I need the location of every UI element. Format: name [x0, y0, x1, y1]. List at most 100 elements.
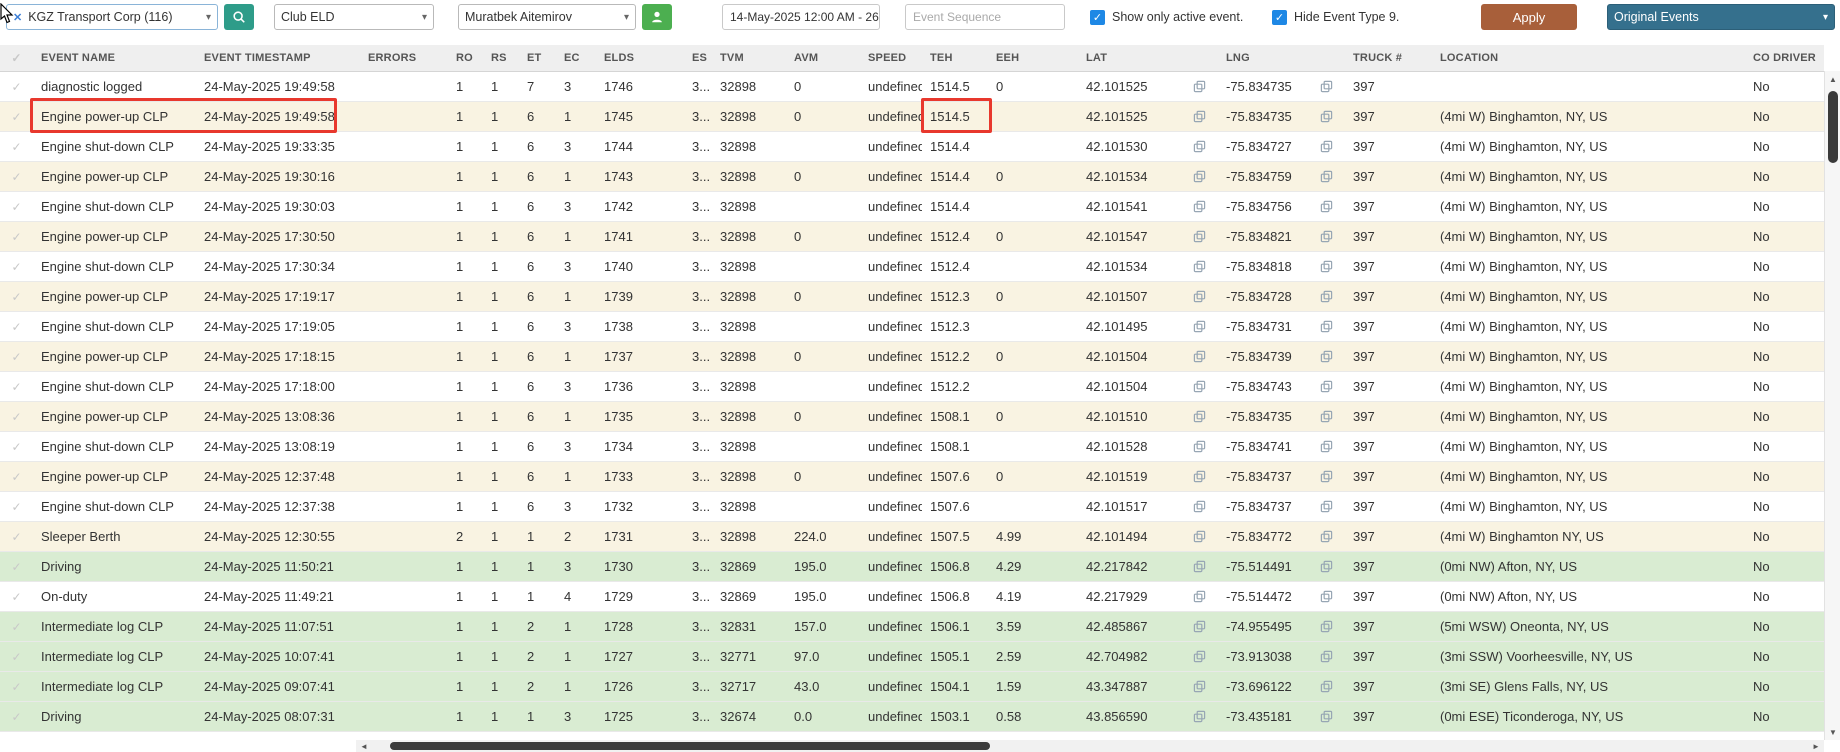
- column-header-lng[interactable]: LNG: [1218, 45, 1345, 72]
- copy-icon[interactable]: [1193, 500, 1206, 513]
- select-all-header[interactable]: ✓: [0, 45, 33, 72]
- column-header-lat[interactable]: LAT: [1078, 45, 1218, 72]
- column-header-elds[interactable]: ELDS: [596, 45, 684, 72]
- column-header-et[interactable]: ET: [519, 45, 556, 72]
- copy-icon[interactable]: [1193, 620, 1206, 633]
- copy-icon[interactable]: [1320, 260, 1333, 273]
- column-header-avm[interactable]: AVM: [786, 45, 860, 72]
- eld-select[interactable]: Club ELD ▾: [274, 4, 434, 30]
- checkbox-checked-icon[interactable]: ✓: [1090, 9, 1105, 25]
- table-row[interactable]: ✓ Engine power-up CLP 24-May-2025 19:49:58…: [0, 101, 1824, 132]
- scroll-right-icon[interactable]: ►: [1808, 740, 1824, 752]
- hide-type9-checkbox[interactable]: ✓ Hide Event Type 9.: [1272, 4, 1399, 30]
- copy-icon[interactable]: [1320, 500, 1333, 513]
- column-header-speed[interactable]: SPEED: [860, 45, 922, 72]
- check-icon[interactable]: ✓: [11, 500, 21, 514]
- table-row[interactable]: ✓ Engine power-up CLP 24-May-2025 13:08:36…: [0, 401, 1824, 432]
- scroll-down-icon[interactable]: ▼: [1825, 724, 1840, 740]
- copy-icon[interactable]: [1193, 200, 1206, 213]
- vertical-scrollbar-thumb[interactable]: [1828, 91, 1838, 163]
- vertical-scrollbar[interactable]: ▲ ▼: [1824, 71, 1840, 740]
- check-icon[interactable]: ✓: [11, 350, 21, 364]
- check-icon[interactable]: ✓: [11, 590, 21, 604]
- copy-icon[interactable]: [1320, 320, 1333, 333]
- copy-icon[interactable]: [1193, 80, 1206, 93]
- column-header-eeh[interactable]: EEH: [988, 45, 1078, 72]
- column-header-truck[interactable]: TRUCK #: [1345, 45, 1432, 72]
- check-icon[interactable]: ✓: [11, 680, 21, 694]
- table-row[interactable]: ✓ Intermediate log CLP 24-May-2025 09:07:4…: [0, 671, 1824, 702]
- copy-icon[interactable]: [1320, 410, 1333, 423]
- table-row[interactable]: ✓ Engine shut-down CLP 24-May-2025 17:30:3…: [0, 251, 1824, 282]
- copy-icon[interactable]: [1320, 440, 1333, 453]
- copy-icon[interactable]: [1193, 440, 1206, 453]
- column-header-rs[interactable]: RS: [483, 45, 519, 72]
- horizontal-scrollbar-thumb[interactable]: [390, 742, 990, 750]
- table-row[interactable]: ✓ Engine shut-down CLP 24-May-2025 13:08:1…: [0, 431, 1824, 462]
- check-icon[interactable]: ✓: [11, 230, 21, 244]
- check-icon[interactable]: ✓: [11, 740, 21, 741]
- copy-icon[interactable]: [1320, 710, 1333, 723]
- check-icon[interactable]: ✓: [11, 410, 21, 424]
- column-header-ec[interactable]: EC: [556, 45, 596, 72]
- copy-icon[interactable]: [1320, 470, 1333, 483]
- column-header-location[interactable]: LOCATION: [1432, 45, 1745, 72]
- table-row[interactable]: ✓ Sleeper Berth 24-May-2025 12:30:55 2 1 1 2 17…: [0, 521, 1824, 552]
- copy-icon[interactable]: [1193, 110, 1206, 123]
- check-icon[interactable]: ✓: [11, 140, 21, 154]
- copy-icon[interactable]: [1320, 140, 1333, 153]
- check-icon[interactable]: ✓: [11, 200, 21, 214]
- table-row[interactable]: ✓ Engine power-up CLP 24-May-2025 12:37:48…: [0, 461, 1824, 492]
- company-select[interactable]: ✕ KGZ Transport Corp (116) ▾: [6, 4, 218, 30]
- check-icon[interactable]: ✓: [11, 290, 21, 304]
- horizontal-scrollbar[interactable]: ◄ ►: [356, 740, 1824, 752]
- copy-icon[interactable]: [1320, 290, 1333, 303]
- copy-icon[interactable]: [1193, 710, 1206, 723]
- copy-icon[interactable]: [1193, 650, 1206, 663]
- copy-icon[interactable]: [1320, 680, 1333, 693]
- check-icon[interactable]: ✓: [11, 650, 21, 664]
- copy-icon[interactable]: [1193, 380, 1206, 393]
- check-icon[interactable]: ✓: [11, 260, 21, 274]
- driver-profile-button[interactable]: [642, 4, 672, 30]
- copy-icon[interactable]: [1193, 560, 1206, 573]
- checkbox-checked-icon[interactable]: ✓: [1272, 9, 1287, 25]
- table-row[interactable]: ✓ Engine power-up CLP 24-May-2025 17:19:17…: [0, 281, 1824, 312]
- table-row[interactable]: ✓ Engine shut-down CLP 24-May-2025 12:37:3…: [0, 491, 1824, 522]
- clear-company-icon[interactable]: ✕: [13, 11, 22, 24]
- copy-icon[interactable]: [1193, 140, 1206, 153]
- column-header-co-driver[interactable]: CO DRIVER: [1745, 45, 1824, 72]
- copy-icon[interactable]: [1193, 350, 1206, 363]
- copy-icon[interactable]: [1193, 230, 1206, 243]
- column-header-event-timestamp[interactable]: EVENT TIMESTAMP: [196, 45, 360, 72]
- table-row[interactable]: ✓ diagnostic logged 24-May-2025 19:49:58 1 1…: [0, 71, 1824, 102]
- column-header-teh[interactable]: TEH: [922, 45, 988, 72]
- table-row[interactable]: ✓ On-duty 24-May-2025 11:49:21 1 1 1 4 1729 3...…: [0, 581, 1824, 612]
- check-icon[interactable]: ✓: [11, 620, 21, 634]
- event-sequence-input[interactable]: Event Sequence: [905, 4, 1065, 30]
- table-row[interactable]: ✓ Engine power-up CLP 24-May-2025 17:18:15…: [0, 341, 1824, 372]
- table-row[interactable]: ✓ Driving 24-May-2025 11:50:21 1 1 1 3 1730 3...…: [0, 551, 1824, 582]
- copy-icon[interactable]: [1193, 470, 1206, 483]
- column-header-tvm[interactable]: TVM: [712, 45, 786, 72]
- copy-icon[interactable]: [1320, 380, 1333, 393]
- copy-icon[interactable]: [1320, 350, 1333, 363]
- scroll-up-icon[interactable]: ▲: [1825, 71, 1840, 87]
- column-header-ro[interactable]: RO: [448, 45, 483, 72]
- check-icon[interactable]: ✓: [11, 320, 21, 334]
- copy-icon[interactable]: [1193, 530, 1206, 543]
- copy-icon[interactable]: [1320, 80, 1333, 93]
- copy-icon[interactable]: [1320, 230, 1333, 243]
- apply-button[interactable]: Apply: [1481, 4, 1577, 30]
- check-icon[interactable]: ✓: [11, 80, 21, 94]
- table-row[interactable]: ✓ Intermediate log CLP 24-May-2025 10:07:4…: [0, 641, 1824, 672]
- table-row[interactable]: ✓ Intermediate log CLP 24-May-2025 11:07:5…: [0, 611, 1824, 642]
- copy-icon[interactable]: [1193, 590, 1206, 603]
- table-row[interactable]: ✓ Engine shut-down CLP 24-May-2025 17:19:0…: [0, 311, 1824, 342]
- check-icon[interactable]: ✓: [11, 380, 21, 394]
- search-button[interactable]: [224, 4, 254, 30]
- check-icon[interactable]: ✓: [11, 560, 21, 574]
- check-icon[interactable]: ✓: [11, 530, 21, 544]
- copy-icon[interactable]: [1193, 410, 1206, 423]
- copy-icon[interactable]: [1320, 170, 1333, 183]
